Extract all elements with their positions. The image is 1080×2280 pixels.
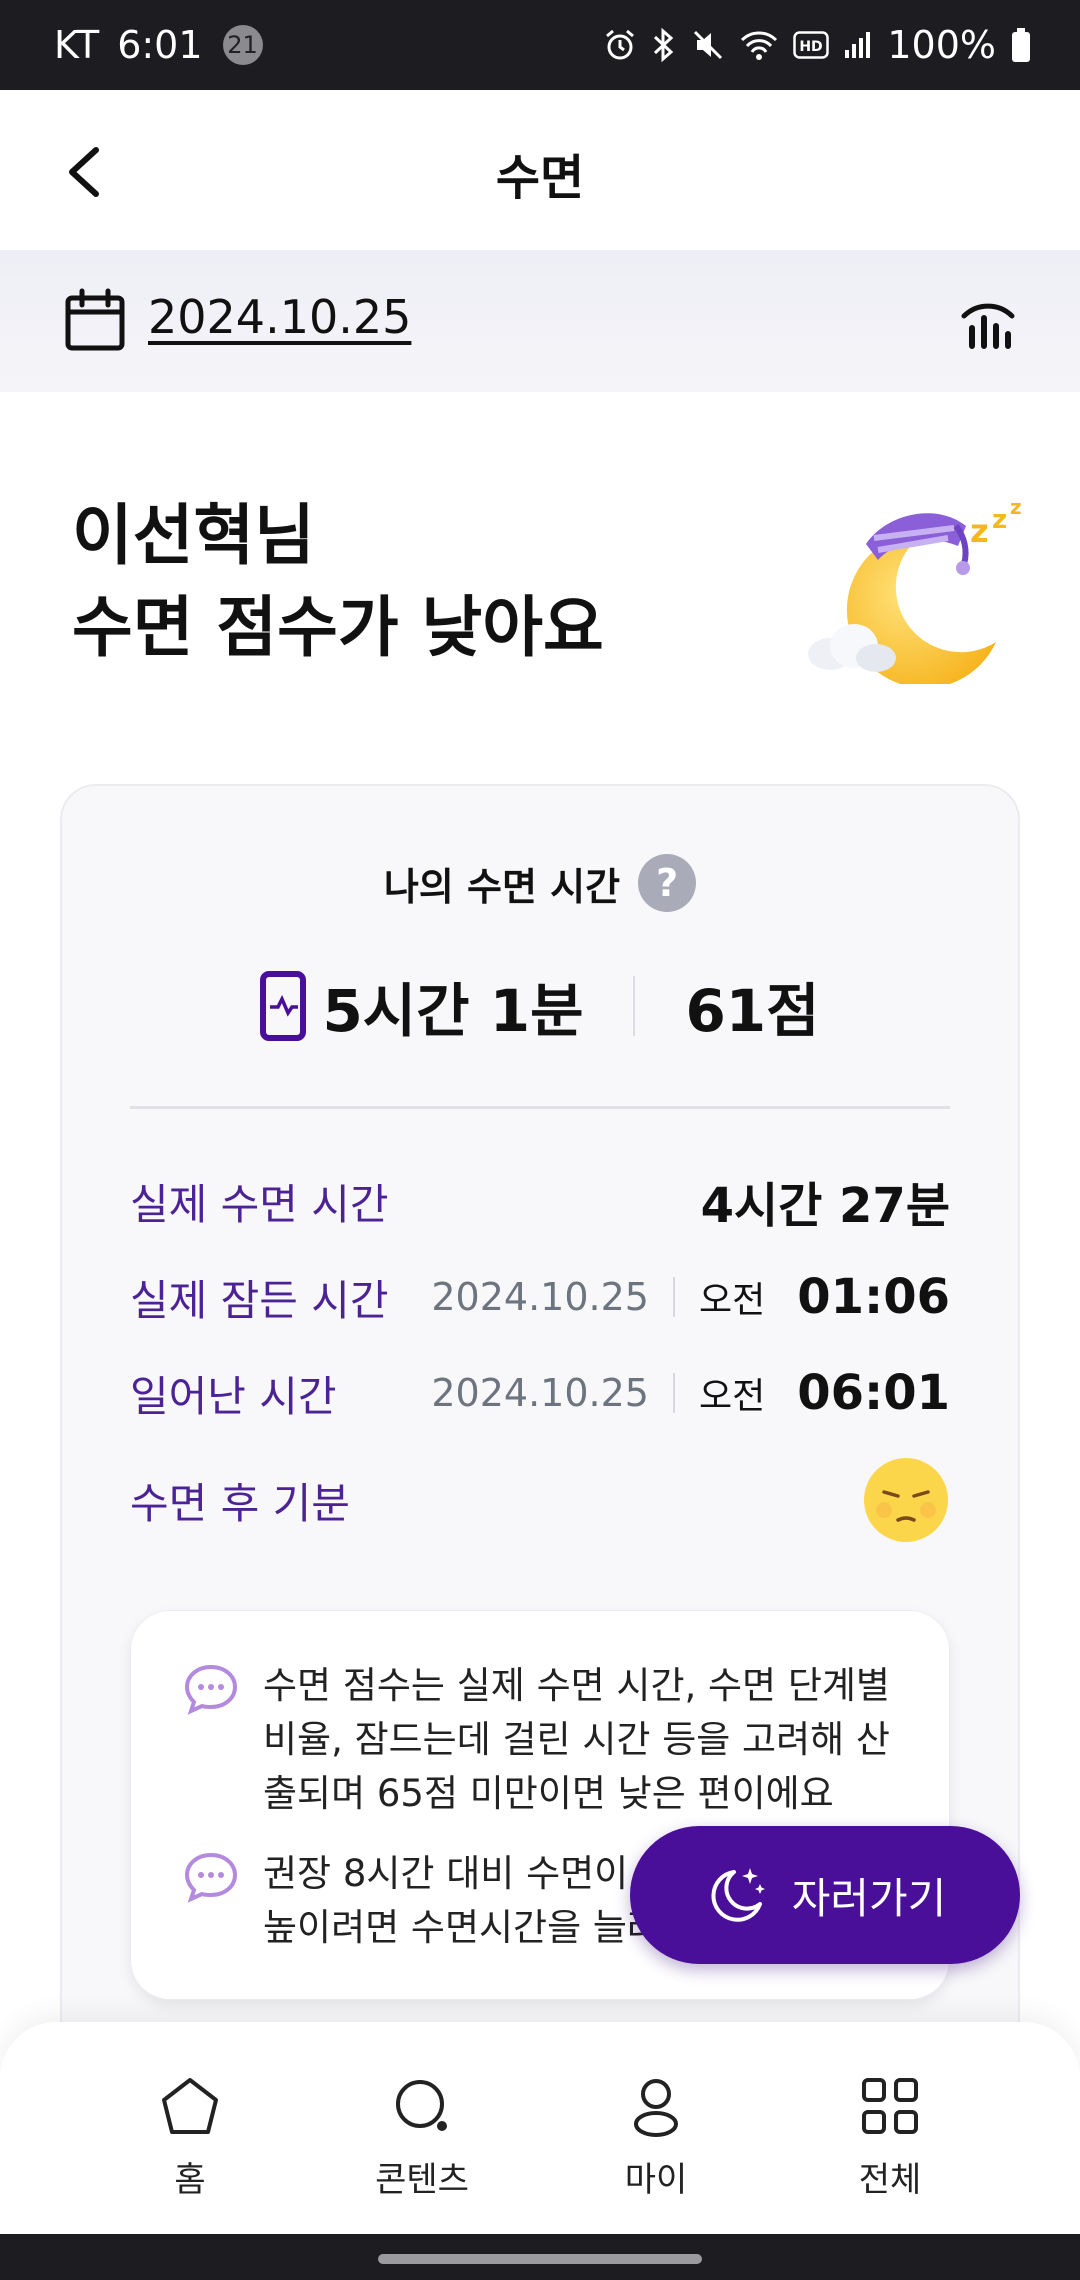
- contents-icon: [396, 2080, 447, 2131]
- nav-label-all: 전체: [858, 2160, 922, 2200]
- nav-item-all[interactable]: 전체: [790, 2074, 990, 2201]
- fell-asleep-time: 01:06: [797, 1269, 950, 1325]
- signal-icon: [843, 30, 873, 60]
- sleep-summary-row: 5시간 1분 61점: [62, 964, 1018, 1048]
- woke-up-date: 2024.10.25: [431, 1371, 649, 1415]
- wifi-icon: [739, 28, 779, 62]
- status-bar: KT 6:01 21 HD 100%: [0, 0, 1080, 90]
- battery-icon: [1010, 27, 1032, 63]
- row-divider: [672, 1373, 675, 1413]
- svg-text:z: z: [992, 505, 1007, 535]
- sleep-score: 61점: [685, 977, 820, 1045]
- mood-label: 수면 후 기분: [130, 1478, 350, 1528]
- home-icon: [162, 2078, 218, 2134]
- greeting-message: 수면 점수가 낮아요: [72, 589, 604, 666]
- nav-item-my[interactable]: 마이: [556, 2074, 756, 2201]
- hd-icon: HD: [793, 31, 830, 59]
- mute-icon: [691, 28, 725, 62]
- woke-up-time: 06:01: [797, 1365, 950, 1421]
- nav-label-contents: 콘텐츠: [375, 2160, 469, 2200]
- tip-item: 수면 점수는 실제 수면 시간, 수면 단계별 비율, 잠드는데 걸린 시간 등…: [183, 1659, 901, 1821]
- greeting-name: 이선혁님: [72, 497, 315, 574]
- card-title: 나의 수면 시간: [383, 864, 621, 909]
- actual-sleep-value: 4시간 27분: [700, 1178, 950, 1234]
- date-bar: 2024.10.25: [0, 250, 1080, 392]
- calendar-icon[interactable]: [64, 288, 126, 352]
- go-to-sleep-label: 자러가기: [791, 1873, 947, 1923]
- carrier-label: KT: [54, 23, 100, 67]
- battery-percent: 100%: [887, 23, 996, 67]
- tip-text-line: 권장 8시간 대비 수면이 부: [263, 1852, 674, 1895]
- page-title: 수면: [495, 150, 585, 206]
- status-time: 6:01: [117, 23, 203, 67]
- nav-label-home: 홈: [174, 2160, 206, 2200]
- woke-up-label: 일어난 시간: [130, 1371, 337, 1421]
- nav-item-contents[interactable]: 콘텐츠: [322, 2074, 522, 2201]
- notification-count-badge: 21: [222, 25, 263, 65]
- actual-sleep-row: 실제 수면 시간 4시간 27분: [130, 1166, 950, 1236]
- go-to-sleep-button[interactable]: 자러가기: [630, 1826, 1020, 1964]
- total-sleep-duration: 5시간 1분: [322, 977, 584, 1045]
- tip-text: 권장 8시간 대비 수면이 부 높이려면 수면시간을 늘려: [263, 1847, 674, 1955]
- woke-up-ampm: 오전: [698, 1376, 766, 1417]
- bottom-navigation: 홈 콘텐츠 마이 전체: [0, 2022, 1080, 2234]
- alarm-icon: [603, 28, 637, 62]
- tip-text: 수면 점수는 실제 수면 시간, 수면 단계별 비율, 잠드는데 걸린 시간 등…: [263, 1664, 890, 1815]
- card-divider: [130, 1106, 950, 1109]
- phone-tracking-icon: [260, 971, 307, 1041]
- moon-stars-icon: [711, 1868, 765, 1922]
- sleepy-face-icon[interactable]: [862, 1456, 950, 1544]
- fell-asleep-date: 2024.10.25: [431, 1275, 649, 1319]
- home-gesture-handle[interactable]: [378, 2254, 702, 2264]
- summary-divider: [633, 976, 636, 1036]
- chat-bubble-icon: [184, 1664, 238, 1715]
- svg-text:HD: HD: [800, 39, 823, 55]
- tip-text-line: 높이려면 수면시간을 늘려: [263, 1906, 661, 1949]
- svg-text:z: z: [1010, 495, 1022, 519]
- row-divider: [672, 1277, 675, 1317]
- fell-asleep-label: 실제 잠든 시간: [130, 1275, 389, 1325]
- fell-asleep-row: 실제 잠든 시간 2024.10.25 오전 01:06: [130, 1262, 950, 1332]
- fell-asleep-ampm: 오전: [698, 1280, 766, 1321]
- stats-chart-icon[interactable]: [958, 288, 1018, 350]
- card-title-row: 나의 수면 시간 ?: [62, 854, 1018, 912]
- help-icon[interactable]: ?: [638, 854, 697, 912]
- nav-label-my: 마이: [624, 2160, 688, 2200]
- bluetooth-icon: [651, 27, 677, 63]
- mood-row: 수면 후 기분: [130, 1450, 950, 1550]
- app-header: 수면: [0, 90, 1080, 250]
- profile-icon: [634, 2079, 678, 2137]
- sleeping-moon-illustration: z z z: [806, 494, 1028, 688]
- woke-up-row: 일어난 시간 2024.10.25 오전 06:01: [130, 1358, 950, 1428]
- nav-item-home[interactable]: 홈: [90, 2074, 290, 2201]
- gesture-navigation-bar: [0, 2234, 1080, 2280]
- svg-text:z: z: [970, 512, 989, 550]
- chat-bubble-icon: [184, 1852, 238, 1903]
- actual-sleep-label: 실제 수면 시간: [130, 1179, 389, 1229]
- grid-menu-icon: [862, 2078, 918, 2134]
- selected-date[interactable]: 2024.10.25: [148, 290, 411, 344]
- greeting-heading: 이선혁님 수면 점수가 낮아요: [72, 490, 604, 674]
